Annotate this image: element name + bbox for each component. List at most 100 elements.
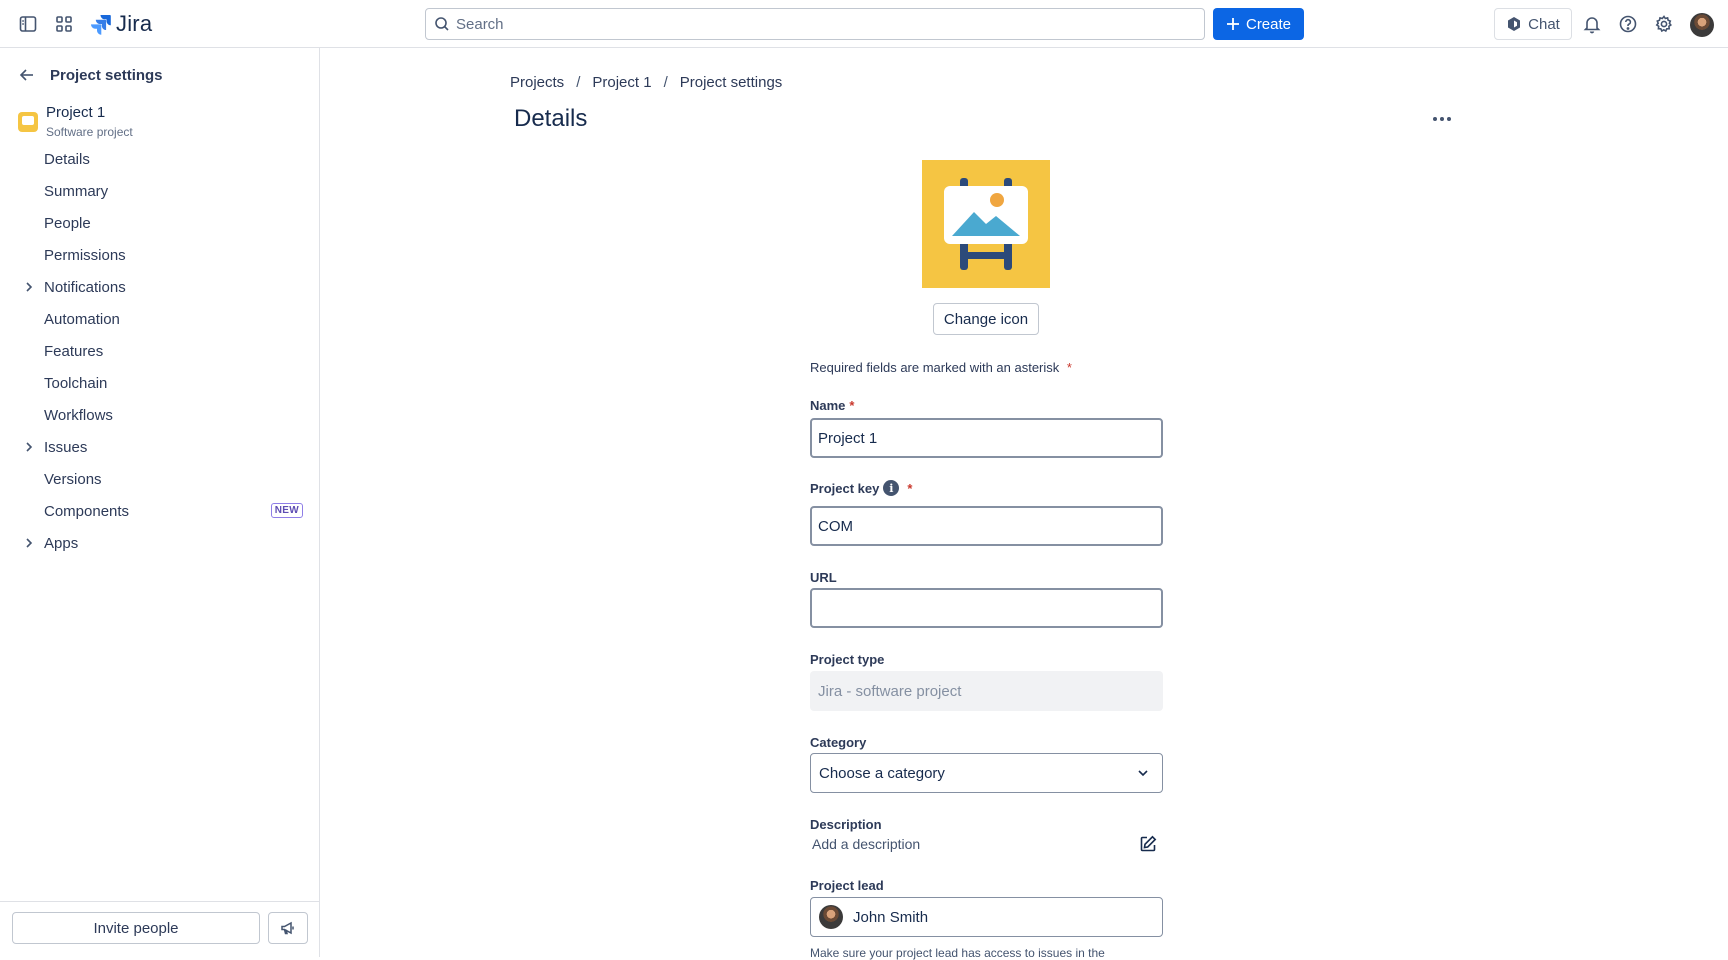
back-to-project-link[interactable]: Project settings	[18, 66, 163, 84]
project-key-value: COM	[818, 517, 853, 535]
sidebar-item-components[interactable]: Components NEW	[0, 495, 319, 527]
url-field[interactable]	[810, 588, 1163, 628]
chat-button[interactable]: Chat	[1494, 8, 1572, 40]
category-select[interactable]: Choose a category	[810, 753, 1163, 793]
rovo-chat-icon	[1508, 17, 1521, 31]
top-navigation-bar: Jira Search Create Chat	[0, 0, 1728, 48]
url-label-text: URL	[810, 570, 837, 585]
project-type-label-text: Project type	[810, 652, 885, 667]
sidebar-item-label: Versions	[44, 470, 102, 488]
settings-gear-icon[interactable]	[1652, 12, 1676, 36]
breadcrumb-project[interactable]: Project 1	[592, 74, 651, 91]
sidebar-item-permissions[interactable]: Permissions	[0, 239, 319, 271]
info-icon[interactable]: i	[883, 480, 900, 496]
new-badge: NEW	[270, 503, 303, 518]
project-lead-value: John Smith	[853, 908, 929, 926]
settings-nav: Details Summary People Permissions Notif…	[0, 143, 319, 559]
name-field[interactable]: Project 1	[810, 418, 1163, 458]
project-name: Project 1	[46, 104, 106, 121]
invite-people-button[interactable]: Invite people	[12, 912, 260, 944]
project-type-label: Project type	[810, 652, 884, 667]
app-switcher-icon[interactable]	[52, 12, 76, 36]
project-avatar-icon	[18, 112, 38, 132]
create-label: Create	[1245, 15, 1292, 33]
sidebar-item-features[interactable]: Features	[0, 335, 319, 367]
project-icon-large	[922, 160, 1050, 288]
breadcrumb-project-settings[interactable]: Project settings	[680, 74, 783, 91]
chevron-right-icon[interactable]	[22, 440, 36, 454]
project-lead-field[interactable]: John Smith	[810, 897, 1163, 937]
chevron-down-icon	[1138, 770, 1148, 777]
easel-picture-icon	[944, 178, 1028, 270]
notifications-bell-icon[interactable]	[1580, 12, 1604, 36]
sidebar-item-label: Permissions	[44, 246, 126, 264]
sidebar-item-workflows[interactable]: Workflows	[0, 399, 319, 431]
user-avatar[interactable]	[1690, 13, 1714, 37]
project-type-value: Jira - software project	[818, 682, 962, 700]
sidebar-item-label: People	[44, 214, 91, 232]
description-label-text: Description	[810, 817, 882, 832]
required-asterisk: *	[849, 398, 855, 413]
arrow-left-icon	[19, 69, 33, 81]
chevron-right-icon[interactable]	[22, 280, 36, 294]
required-note-text: Required fields are marked with an aster…	[810, 360, 1060, 375]
sidebar-item-label: Issues	[44, 438, 88, 456]
sidebar-item-versions[interactable]: Versions	[0, 463, 319, 495]
jira-logo[interactable]: Jira	[90, 11, 152, 37]
sidebar-item-people[interactable]: People	[0, 207, 319, 239]
project-type: Software project	[46, 125, 133, 139]
sidebar-item-label: Workflows	[44, 406, 113, 424]
sidebar-item-label: Automation	[44, 310, 120, 328]
breadcrumb-separator: /	[576, 74, 581, 91]
change-icon-button[interactable]: Change icon	[933, 303, 1039, 335]
search-icon	[435, 17, 449, 31]
project-lead-label-text: Project lead	[810, 878, 884, 893]
page-title: Details	[514, 105, 588, 132]
required-asterisk: *	[1066, 360, 1072, 375]
more-actions-button[interactable]	[1428, 107, 1456, 131]
project-key-field[interactable]: COM	[810, 506, 1163, 546]
jira-logo-icon	[91, 15, 111, 35]
project-key-label: Project key i *	[810, 480, 912, 496]
description-placeholder[interactable]: Add a description	[812, 836, 920, 852]
breadcrumb-separator: /	[663, 74, 668, 91]
sidebar-item-label: Features	[44, 342, 104, 360]
sidebar-item-notifications[interactable]: Notifications	[0, 271, 319, 303]
sidebar-item-label: Details	[44, 150, 90, 168]
project-settings-sidebar: Project settings Project 1 Software proj…	[0, 48, 320, 957]
create-button[interactable]: Create	[1213, 8, 1304, 40]
app-name: Jira	[116, 11, 153, 36]
project-lead-helper-text: Make sure your project lead has access t…	[810, 946, 1105, 960]
megaphone-icon	[281, 921, 294, 935]
plus-icon	[1226, 18, 1239, 30]
feedback-button[interactable]	[268, 912, 308, 944]
sidebar-item-label: Toolchain	[44, 374, 108, 392]
project-key-label-text: Project key	[810, 480, 880, 496]
sidebar-item-label: Components	[44, 502, 130, 520]
project-lead-avatar	[819, 905, 843, 929]
breadcrumb-projects[interactable]: Projects	[510, 74, 564, 91]
sidebar-item-issues[interactable]: Issues	[0, 431, 319, 463]
chevron-right-icon[interactable]	[22, 536, 36, 550]
sidebar-item-toolchain[interactable]: Toolchain	[0, 367, 319, 399]
name-label-text: Name	[810, 398, 846, 413]
required-fields-note: Required fields are marked with an aster…	[810, 360, 1072, 375]
sidebar-item-apps[interactable]: Apps	[0, 527, 319, 559]
description-label: Description	[810, 817, 882, 832]
project-type-field: Jira - software project	[810, 671, 1163, 711]
sidebar-item-automation[interactable]: Automation	[0, 303, 319, 335]
sidebar-item-details[interactable]: Details	[0, 143, 319, 175]
category-label-text: Category	[810, 735, 867, 750]
help-icon[interactable]	[1616, 12, 1640, 36]
name-value: Project 1	[818, 429, 878, 447]
sidebar-item-label: Apps	[44, 534, 79, 552]
sidebar-toggle-icon[interactable]	[16, 12, 40, 36]
sidebar-title: Project settings	[50, 66, 163, 84]
breadcrumb: Projects / Project 1 / Project settings	[510, 74, 782, 91]
chat-label: Chat	[1528, 15, 1560, 33]
search-input[interactable]: Search	[425, 8, 1205, 40]
sidebar-item-summary[interactable]: Summary	[0, 175, 319, 207]
sidebar-item-label: Summary	[44, 182, 109, 200]
category-value: Choose a category	[819, 764, 945, 782]
edit-icon[interactable]	[1138, 834, 1158, 854]
